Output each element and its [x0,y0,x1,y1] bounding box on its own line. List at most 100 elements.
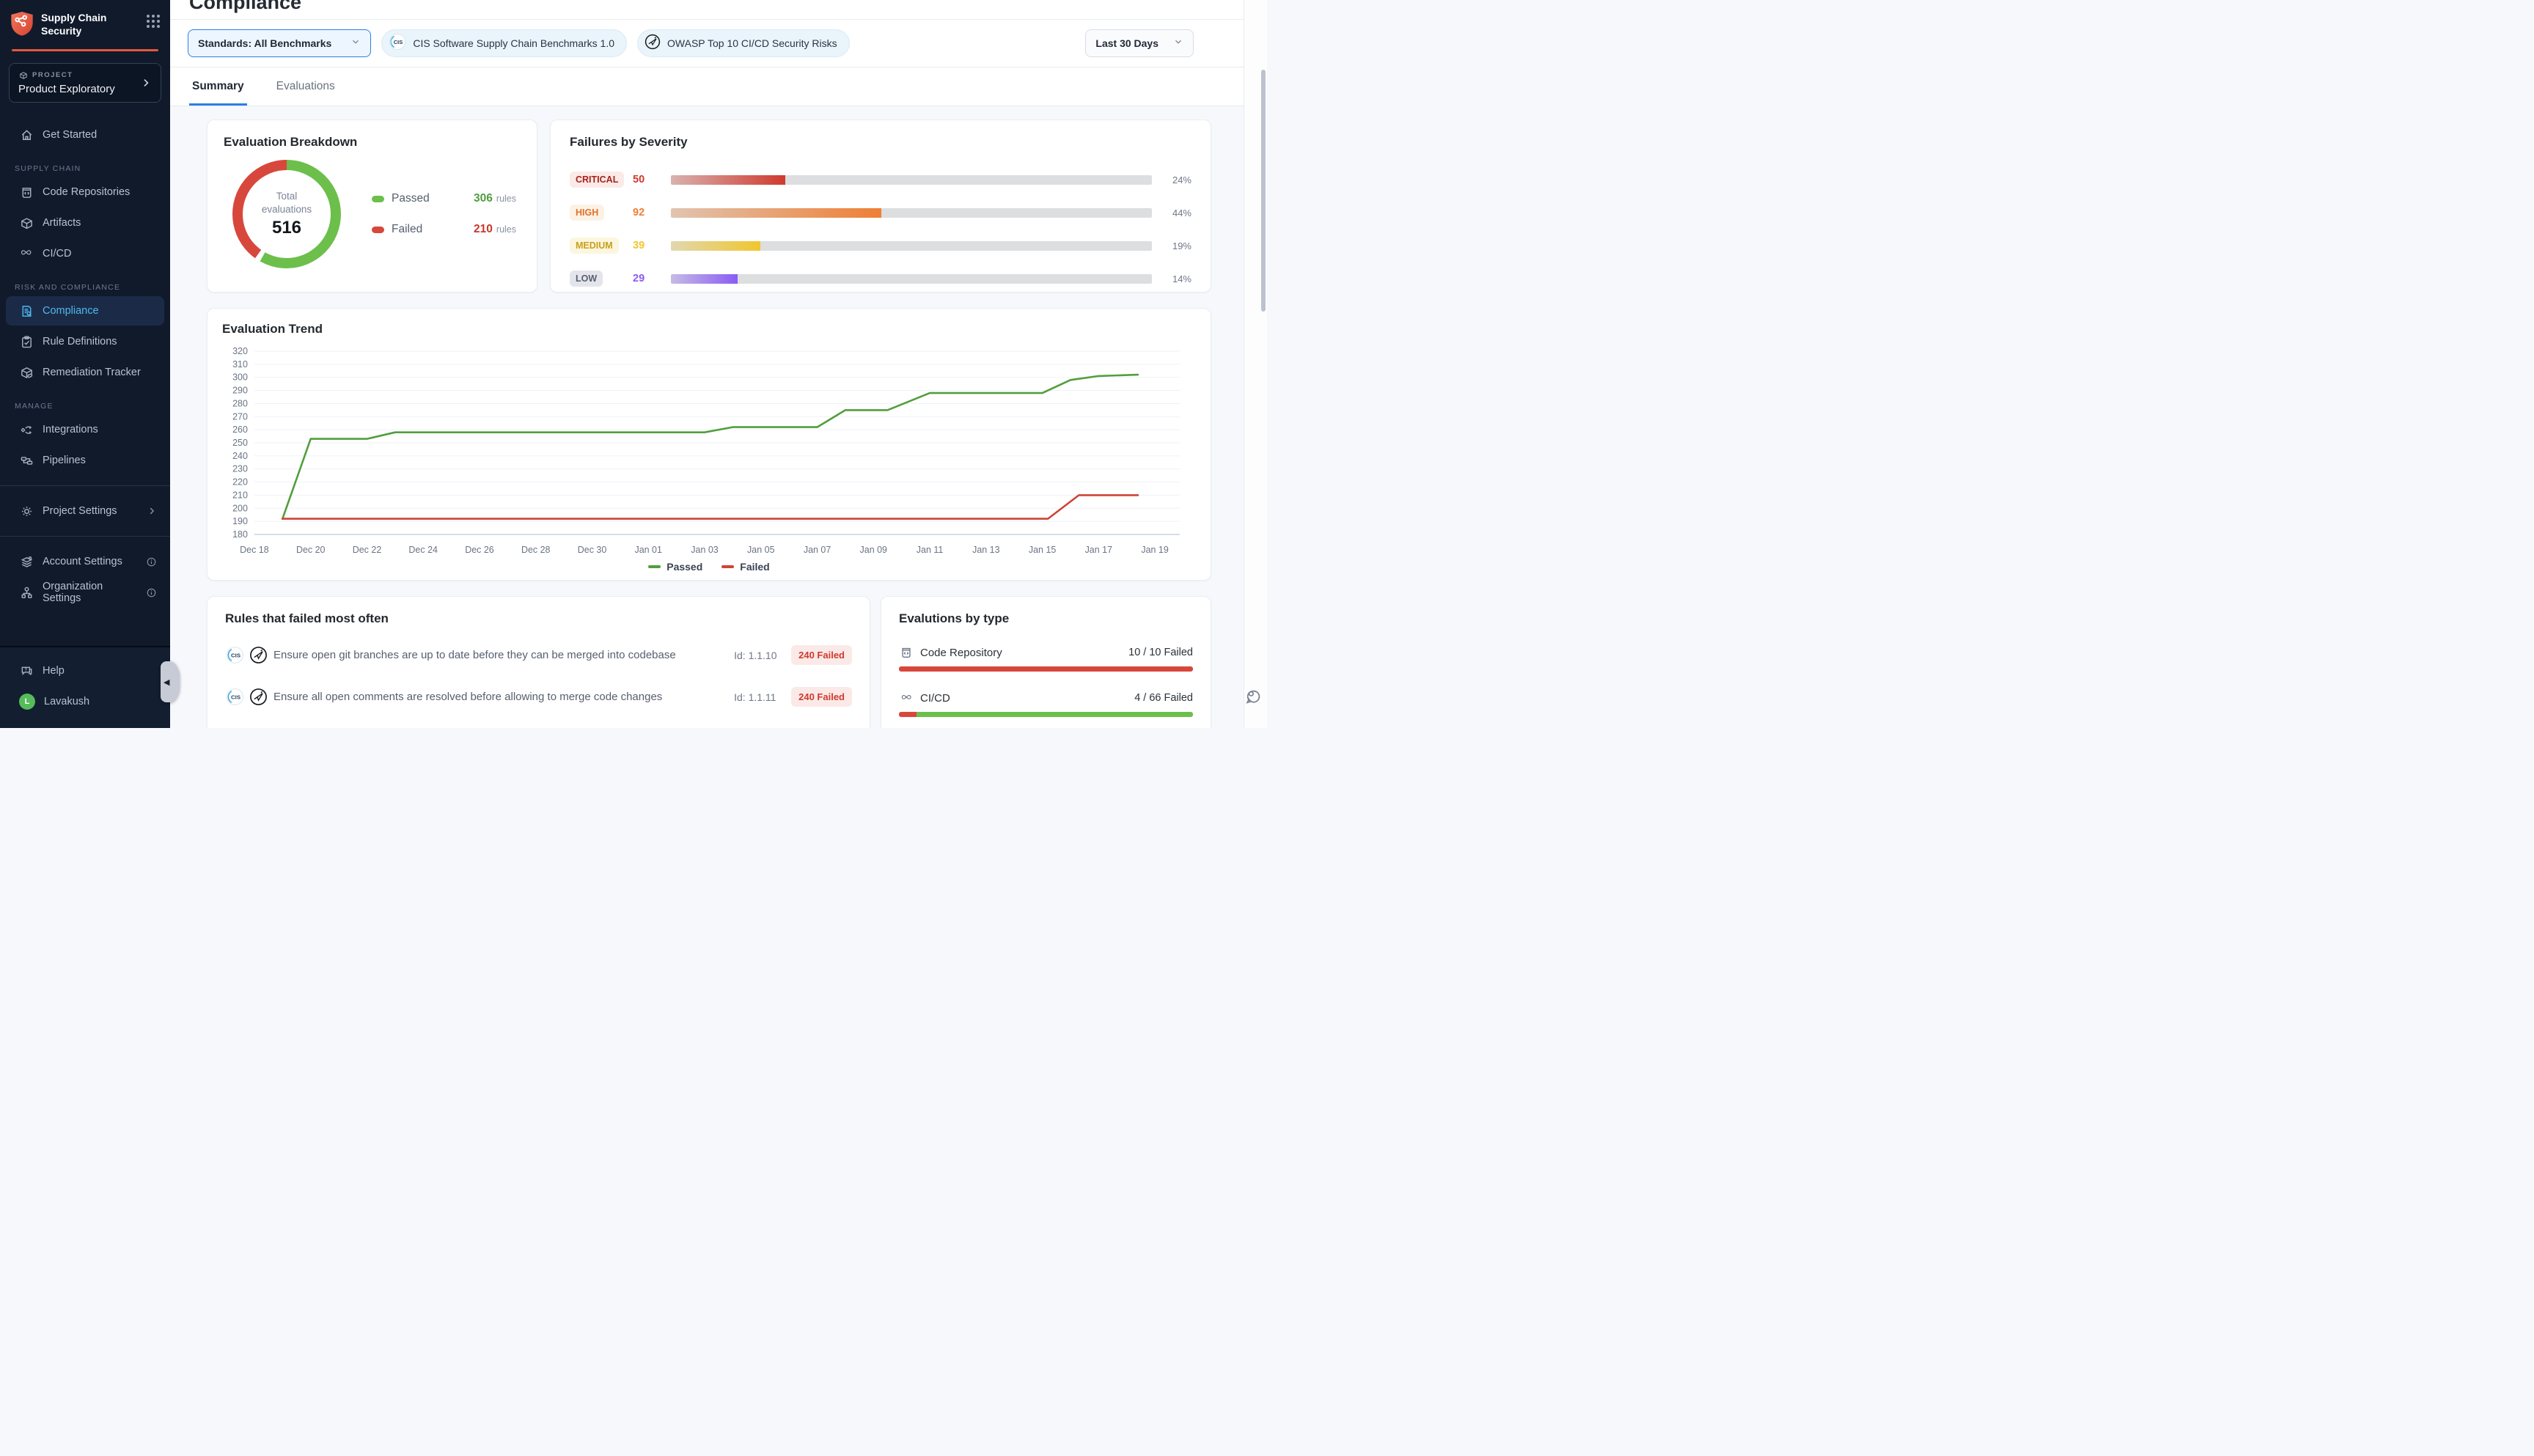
project-selector[interactable]: PROJECT Product Exploratory [9,63,161,103]
evaluation-trend-card: Evaluation Trend 18019020021022023024025… [207,308,1211,581]
scrollbar-thumb[interactable] [1261,70,1266,312]
sidebar-item-label: Get Started [43,129,97,141]
sidebar-item-label: Organization Settings [43,581,137,604]
sidebar-item-account-settings[interactable]: Account Settings [6,547,164,576]
brand-accent-rule [12,49,158,51]
severity-bar-high [671,208,881,218]
card-title: Evaluation Trend [222,322,1196,337]
failed-badge: 240 Failed [791,687,852,707]
passed-swatch [372,196,384,202]
sidebar-footer: ? Help L Lavakush [0,646,170,728]
tab-summary[interactable]: Summary [189,80,247,106]
sidebar-item-artifacts[interactable]: Artifacts [6,208,164,238]
svg-text:Jan 11: Jan 11 [917,545,944,555]
cis-logo-icon: CIS [225,687,245,707]
svg-text:Dec 26: Dec 26 [465,545,494,555]
severity-badge: CRITICAL [570,172,624,188]
rule-text: Ensure all open comments are resolved be… [273,691,734,703]
chat-widget-icon[interactable] [1244,688,1263,710]
rule-id: Id: 1.1.11 [734,691,791,703]
benchmark-chip-cis[interactable]: CIS CIS Software Supply Chain Benchmarks… [381,29,627,57]
clipboard-check-icon [19,334,34,349]
sidebar-item-label: Artifacts [43,217,81,229]
package-icon [19,216,34,230]
app-logo-row: Supply Chain Security [0,0,170,40]
svg-text:300: 300 [232,372,248,383]
sidebar-item-user[interactable]: L Lavakush [6,687,164,716]
cube-icon [18,70,28,80]
apps-grid-icon[interactable] [147,15,160,28]
legend-item-passed: Passed 306 rules [372,192,516,205]
sidebar-item-label: Pipelines [43,455,86,466]
main-area: Compliance Standards: All Benchmarks CIS [170,0,1267,728]
owasp-logo-icon [249,687,268,707]
section-label-supply-chain: SUPPLY CHAIN [15,164,170,173]
owasp-logo-icon [249,645,268,665]
gear-icon [19,504,34,518]
sidebar-item-project-settings[interactable]: Project Settings [6,496,164,526]
sidebar-item-code-repositories[interactable]: Code Repositories [6,177,164,207]
rule-row[interactable]: CIS Ensure all open comments are resolve… [225,687,852,707]
project-eyebrow-label: PROJECT [32,71,73,79]
section-label-manage: MANAGE [15,402,170,411]
remediation-box-icon [19,365,34,380]
sidebar-item-help[interactable]: ? Help [6,656,164,685]
sidebar-collapse-handle[interactable]: ◀ [161,661,180,702]
passed-count: 306 [474,192,493,205]
sidebar-item-remediation-tracker[interactable]: Remediation Tracker [6,358,164,387]
benchmark-chip-owasp[interactable]: OWASP Top 10 CI/CD Security Risks [637,29,850,57]
cis-logo-icon: CIS [225,645,245,665]
svg-text:Jan 03: Jan 03 [691,545,719,555]
sidebar-item-get-started[interactable]: Get Started [6,120,164,150]
integrations-icon [19,422,34,437]
rule-row[interactable]: CIS Ensure open git branches are up to d… [225,645,852,665]
standards-dropdown-value: Standards: All Benchmarks [198,37,331,49]
severity-row-high: HIGH 92 44% [570,205,1191,221]
svg-text:Dec 22: Dec 22 [353,545,382,555]
sidebar-item-compliance[interactable]: Compliance [6,296,164,326]
benchmark-chip-label: OWASP Top 10 CI/CD Security Risks [667,37,837,49]
sidebar-item-rule-definitions[interactable]: Rule Definitions [6,327,164,356]
svg-text:Dec 24: Dec 24 [408,545,438,555]
type-progress-bar [899,712,1193,717]
code-repository-icon [899,645,914,660]
cis-logo-icon: CIS [388,32,407,55]
info-icon[interactable] [146,556,157,567]
card-title: Rules that failed most often [225,611,852,626]
sidebar-item-organization-settings[interactable]: Organization Settings [6,578,164,607]
sidebar-item-cicd[interactable]: CI/CD [6,239,164,268]
chevron-down-icon [1173,37,1183,51]
sidebar-divider [0,485,170,486]
benchmark-chip-label: CIS Software Supply Chain Benchmarks 1.0 [413,37,614,49]
tab-evaluations[interactable]: Evaluations [273,80,338,106]
svg-text:Dec 28: Dec 28 [521,545,551,555]
svg-text:240: 240 [232,451,248,461]
sidebar-item-pipelines[interactable]: Pipelines [6,446,164,475]
evaluations-donut-chart: Total evaluations 516 [232,160,341,268]
type-result: 10 / 10 Failed [1128,647,1193,658]
svg-text:260: 260 [232,424,248,435]
sidebar-item-label: Integrations [43,424,98,435]
code-repository-icon [19,185,34,199]
info-icon[interactable] [146,587,157,598]
legend-failed: Failed [721,561,769,573]
date-range-dropdown[interactable]: Last 30 Days [1085,29,1194,57]
compliance-doc-icon [19,304,34,318]
card-title: Evaluation Breakdown [224,135,521,150]
standards-dropdown[interactable]: Standards: All Benchmarks [188,29,371,57]
failed-count: 210 [474,223,493,236]
infinity-icon [899,691,914,705]
svg-text:Jan 19: Jan 19 [1141,545,1169,555]
severity-badge: LOW [570,271,603,287]
sidebar-item-integrations[interactable]: Integrations [6,415,164,444]
sidebar-item-label: Help [43,665,65,677]
sidebar-item-label: Compliance [43,305,99,317]
severity-row-medium: MEDIUM 39 19% [570,238,1191,254]
severity-badge: HIGH [570,205,604,221]
app-title: Supply Chain Security [41,10,139,37]
sidebar-item-label: Account Settings [43,556,122,567]
user-name: Lavakush [44,696,89,707]
sidebar-item-label: Remediation Tracker [43,367,141,378]
legend-item-failed: Failed 210 rules [372,223,516,236]
page-title-band: Compliance [170,0,1267,19]
